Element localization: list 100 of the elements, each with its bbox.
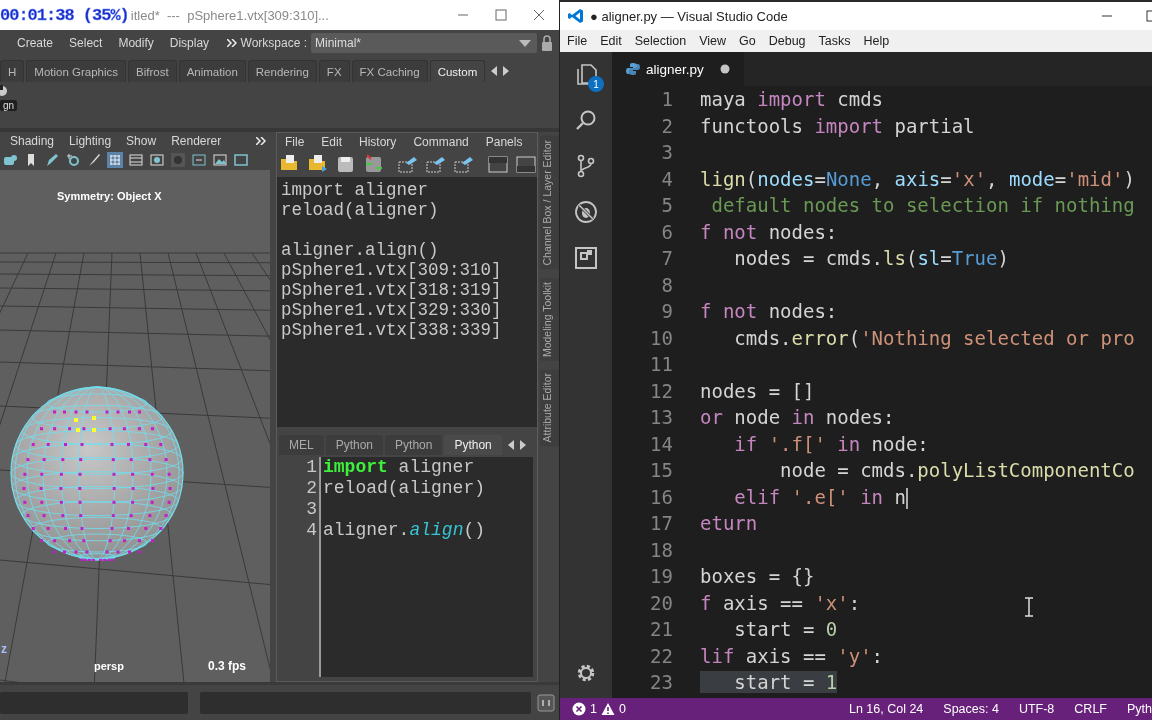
status-item[interactable]: UTF-8 [1018,702,1055,716]
code-line: node = cmds.polyListComponentCo [779,459,1135,481]
lock-icon[interactable] [541,35,553,51]
line-number: 8 [660,272,673,298]
image-icon[interactable] [212,152,228,168]
save-icon[interactable] [364,154,384,174]
menu-item[interactable]: History [359,135,397,149]
extensions-icon[interactable] [574,246,598,270]
line-number: 11 [649,352,673,377]
shelf-tab[interactable]: FX Caching [351,60,428,82]
menu-item[interactable]: Edit [321,135,343,149]
layout-icon[interactable] [516,154,536,174]
menu-item[interactable]: Selection [634,34,687,48]
menu-item[interactable]: Shading [10,134,55,148]
shelf-tab[interactable]: Rendering [247,60,317,82]
menu-item[interactable]: Show [126,134,157,148]
viewport[interactable]: Symmetry: Object X z persp 0.3 fps [0,170,270,682]
eraser-icon[interactable] [426,154,446,174]
menu-item[interactable]: File [285,135,305,149]
maximize-icon[interactable] [495,9,507,21]
side-tab[interactable]: Attribute Editor [540,368,559,447]
menu-item[interactable]: Renderer [171,134,222,148]
code-line: import aligner [323,457,476,478]
close-icon[interactable] [533,9,545,21]
eraser-icon[interactable] [398,154,418,174]
menu-item[interactable]: Debug [768,34,806,48]
pencil-icon[interactable] [44,152,60,168]
shelf-tab[interactable]: Bifrost [128,60,177,82]
editor-tab[interactable]: Python [325,435,384,455]
folder-icon[interactable] [308,154,328,174]
menu-item[interactable]: Tasks [818,34,851,48]
editor-tab[interactable]: aligner.py [612,52,744,86]
search-icon[interactable] [574,108,598,132]
arrow-right-icon[interactable] [519,440,526,450]
code-line: functools import partial [700,114,975,137]
code-line: or node in nodes: [700,406,895,428]
editor-tab[interactable]: MEL [279,435,324,455]
fps-label: 0.3 fps [208,659,246,673]
layout-icon[interactable] [488,154,508,174]
code-line: nodes = cmds.ls(sl=True) [733,247,1009,269]
workspace-label: Workspace : [240,36,307,50]
mouse-cursor-icon [1024,597,1034,617]
eraser-icon[interactable] [454,154,474,174]
status-item[interactable]: Spaces: 4 [943,702,999,716]
line-number: 4 [305,520,317,541]
arrow-left-icon[interactable] [507,440,514,450]
menu-item[interactable]: View [699,34,726,48]
menu-item[interactable]: Select [69,36,103,50]
status-item[interactable]: CRLF [1074,702,1107,716]
menu-item[interactable]: Panels [485,135,523,149]
status-item[interactable]: Pyth [1127,702,1152,716]
shelf-tab[interactable]: FX [318,60,350,82]
shelf-tab[interactable]: H [0,60,25,82]
side-tab[interactable]: Modeling Toolkit [540,277,559,361]
menu-item[interactable]: Lighting [69,134,112,148]
line-number: 4 [660,166,673,192]
menu-item[interactable]: Command [413,135,469,149]
menu-item[interactable]: File [567,34,588,48]
side-tab[interactable]: Channel Box / Layer Editor [540,136,559,270]
code-line: boxes = {} [700,565,815,587]
grid-icon[interactable] [107,152,123,168]
menu-item[interactable]: Modify [118,36,154,50]
menu-item[interactable]: Create [17,36,54,50]
menu-item[interactable]: Go [739,34,756,48]
files-icon[interactable] [574,62,598,86]
code-line: start = 0 [733,618,838,640]
output-line: pSphere1.vtx[338:339] [281,320,503,340]
code-line: aligner.align() [323,520,487,541]
save-icon[interactable] [336,154,356,174]
workspace-dropdown[interactable]: Minimal* [311,33,537,53]
menu-item[interactable]: Display [169,36,210,50]
square-icon[interactable] [233,152,249,168]
arrow-left-icon[interactable] [491,66,498,76]
shelf-tab[interactable]: Custom [429,60,486,82]
chevrons-icon[interactable] [226,39,237,47]
menu-item[interactable]: Help [863,34,890,48]
problems-button[interactable]: 1 0 [572,702,626,716]
arrow-right-icon[interactable] [503,66,510,76]
window-title: itled* --- pSphere1.vtx[309:310]... [130,7,329,23]
frame-icon[interactable] [191,152,207,168]
shelf-tab[interactable]: Animation [178,60,246,82]
error-icon [572,702,586,716]
camera-icon[interactable] [2,152,18,168]
line-number: 6 [660,219,673,245]
menu-item[interactable]: Edit [600,34,622,48]
line-number: 17 [649,511,673,536]
code-input[interactable]: import aligner reload(aligner) aligner.align() [321,457,533,677]
code-line: lign(nodes=None, axis='x', mode='mid') [700,167,1135,190]
shelf-tab[interactable]: Motion Graphics [26,60,127,82]
shelf-tool-icon[interactable] [0,85,8,97]
settings-icon[interactable] [575,662,597,684]
chevrons-icon[interactable] [256,137,266,145]
window-title: ● aligner.py — Visual Studio Code [590,8,788,24]
code-line: eturn [700,512,758,534]
code-line: f axis == 'x': [700,591,861,614]
editor-tab[interactable]: Python [385,435,443,455]
editor-tab[interactable]: Python [444,435,502,455]
status-item[interactable]: Ln 16, Col 24 [848,702,924,716]
no-bug-icon[interactable] [574,200,598,224]
output-line: pSphere1.vtx[329:330] [281,300,503,320]
